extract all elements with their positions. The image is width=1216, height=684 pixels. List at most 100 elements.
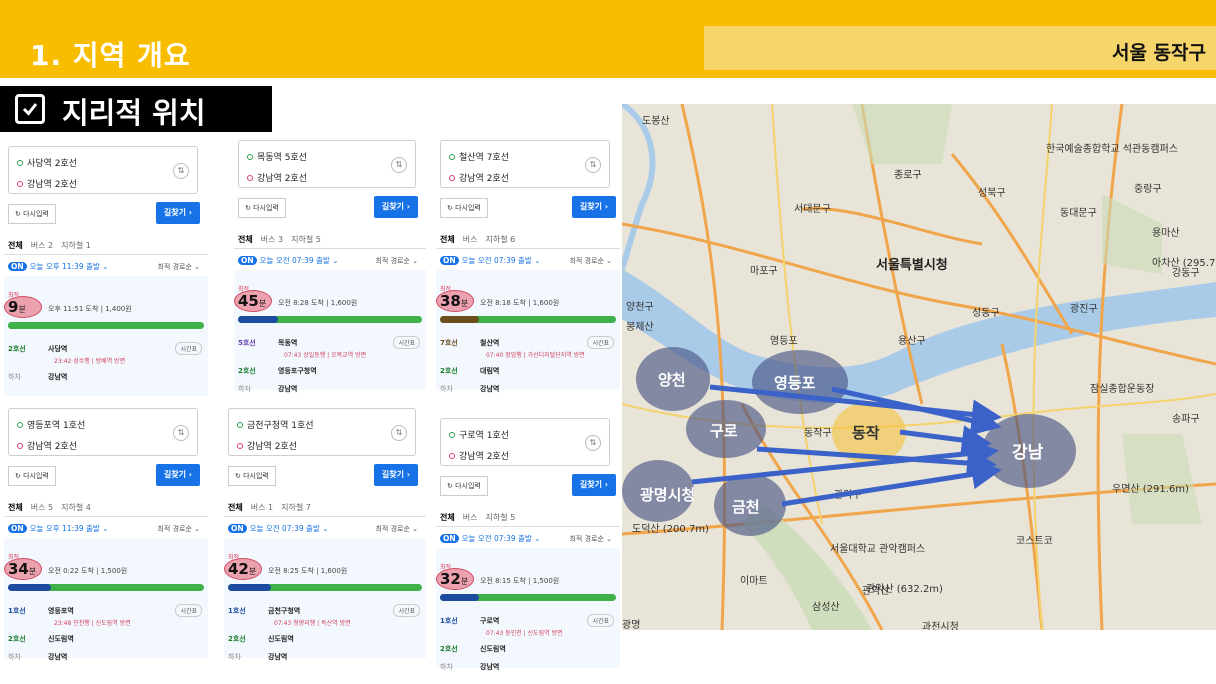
tab-bus[interactable]: 버스 [463,513,478,522]
seoul-map[interactable]: 서울특별시청 종로구 서대문구 마포구 용산구 성동구 광진구 동대문구 중랑구 성북구 강동구 송파… [622,104,1216,630]
origin-field[interactable]: 철산역 7호선 [449,150,509,163]
station-input-box[interactable]: 목동역 5호선 강남역 2호선 ⇅ [238,140,416,188]
departure-label: 오늘 오후 11:39 출발 [29,524,100,533]
departure-label: 오늘 오전 07:39 출발 [461,256,532,265]
departure-selector[interactable]: ON 오늘 오전 07:39 출발 ⌄ [440,255,541,266]
swap-icon[interactable]: ⇅ [173,425,189,441]
tab-bus[interactable]: 버스 [463,235,478,244]
route-tabs: 전체 버스 지하철 5 [440,512,523,523]
search-route-button[interactable]: 길찾기 › [374,196,418,218]
tab-subway[interactable]: 지하철 4 [61,503,91,512]
tab-bus[interactable]: 버스 3 [261,235,283,244]
search-route-button[interactable]: 길찾기 › [374,464,418,486]
reset-button[interactable]: ↻ 다시입력 [8,204,56,224]
swap-icon[interactable]: ⇅ [173,163,189,179]
sort-selector[interactable]: 최적 경로순 ⌄ [375,524,418,534]
departure-selector[interactable]: ON 오늘 오전 07:39 출발 ⌄ [228,523,329,534]
departure-selector[interactable]: ON 오늘 오후 11:39 출발 ⌄ [8,261,109,272]
search-route-button[interactable]: 길찾기 › [156,202,200,224]
route-tabs: 전체 버스 5 지하철 4 [8,502,99,513]
tab-subway[interactable]: 지하철 1 [61,241,91,250]
reset-button[interactable]: ↻ 다시입력 [440,198,488,218]
line-badge: 1호선 [440,617,458,625]
tab-subway[interactable]: 지하철 5 [291,235,321,244]
swap-icon[interactable]: ⇅ [391,157,407,173]
origin-label: 영등포역 1호선 [27,421,86,431]
arrival-info: 오후 11:51 도착 | 1,400원 [48,305,132,313]
tab-bus[interactable]: 버스 5 [31,503,53,512]
station-input-box[interactable]: 철산역 7호선 강남역 2호선 ⇅ [440,140,610,188]
route-step: 하차 강남역 [440,662,616,672]
reset-button[interactable]: ↻ 다시입력 [440,476,488,496]
tab-bus[interactable]: 버스 2 [31,241,53,250]
search-route-button[interactable]: 길찾기 › [156,464,200,486]
reset-button[interactable]: ↻ 다시입력 [228,466,276,486]
origin-field[interactable]: 목동역 5호선 [247,150,307,163]
station-name: 강남역 [48,373,68,381]
departure-selector[interactable]: ON 오늘 오전 07:39 출발 ⌄ [238,255,339,266]
reset-button[interactable]: ↻ 다시입력 [8,466,56,486]
tab-all[interactable]: 전체 [228,503,243,512]
sort-selector[interactable]: 최적 경로순 ⌄ [569,256,612,266]
destination-field[interactable]: 강남역 2호선 [449,449,509,462]
destination-dot-icon [247,175,253,181]
timetable-button[interactable]: 시간표 [393,604,420,617]
tab-all[interactable]: 전체 [8,241,23,250]
destination-field[interactable]: 강남역 2호선 [449,171,509,184]
destination-dot-icon [237,443,243,449]
destination-field[interactable]: 강남역 2호선 [247,171,307,184]
tab-bus[interactable]: 버스 1 [251,503,273,512]
line-badge: 2호선 [440,645,458,653]
destination-field[interactable]: 강남역 2호선 [17,439,77,452]
sort-selector[interactable]: 최적 경로순 ⌄ [157,262,200,272]
swap-icon[interactable]: ⇅ [585,435,601,451]
on-badge: ON [238,256,257,265]
travel-time-value: 9 [8,298,19,316]
origin-field[interactable]: 금천구청역 1호선 [237,418,314,431]
station-input-box[interactable]: 영등포역 1호선 강남역 2호선 ⇅ [8,408,198,456]
reset-button[interactable]: ↻ 다시입력 [238,198,286,218]
swap-icon[interactable]: ⇅ [391,425,407,441]
travel-time-unit: 분 [28,567,37,576]
destination-field[interactable]: 강남역 2호선 [237,439,297,452]
swap-icon[interactable]: ⇅ [585,157,601,173]
travel-time-unit: 분 [248,567,257,576]
destination-dot-icon [449,453,455,459]
search-route-button[interactable]: 길찾기 › [572,474,616,496]
search-route-button[interactable]: 길찾기 › [572,196,616,218]
departure-selector[interactable]: ON 오늘 오후 11:39 출발 ⌄ [8,523,109,534]
tab-all[interactable]: 전체 [440,235,455,244]
region-label-geumcheon: 금천 [732,498,760,516]
travel-time-value: 34 [8,560,29,578]
tab-all[interactable]: 전체 [440,513,455,522]
route-step: 2호선 대림역 [440,366,616,376]
destination-field[interactable]: 강남역 2호선 [17,177,77,190]
arrival-info: 오전 0:22 도착 | 1,500원 [48,567,128,575]
timetable-button[interactable]: 시간표 [393,336,420,349]
station-input-box[interactable]: 구로역 1호선 강남역 2호선 ⇅ [440,418,610,466]
tab-subway[interactable]: 지하철 5 [485,513,515,522]
search-route-label: 길찾기 [381,202,404,211]
station-input-box[interactable]: 사당역 2호선 강남역 2호선 ⇅ [8,146,198,194]
origin-field[interactable]: 구로역 1호선 [449,428,509,441]
station-name: 강남역 [480,385,500,393]
timetable-button[interactable]: 시간표 [175,342,202,355]
timetable-button[interactable]: 시간표 [175,604,202,617]
sort-selector[interactable]: 최적 경로순 ⌄ [569,534,612,544]
sort-selector[interactable]: 최적 경로순 ⌄ [157,524,200,534]
on-badge: ON [8,262,27,271]
route-step: 하차 강남역 [228,652,422,662]
tab-all[interactable]: 전체 [238,235,253,244]
tab-all[interactable]: 전체 [8,503,23,512]
origin-field[interactable]: 영등포역 1호선 [17,418,85,431]
timetable-button[interactable]: 시간표 [587,614,614,627]
timetable-button[interactable]: 시간표 [587,336,614,349]
tab-subway[interactable]: 지하철 6 [485,235,515,244]
tab-subway[interactable]: 지하철 7 [281,503,311,512]
travel-time: 32분 [440,570,468,588]
station-input-box[interactable]: 금천구청역 1호선 강남역 2호선 ⇅ [228,408,416,456]
sort-selector[interactable]: 최적 경로순 ⌄ [375,256,418,266]
route-step: 2호선 신도림역 [228,634,422,644]
departure-selector[interactable]: ON 오늘 오전 07:39 출발 ⌄ [440,533,541,544]
origin-field[interactable]: 사당역 2호선 [17,156,77,169]
